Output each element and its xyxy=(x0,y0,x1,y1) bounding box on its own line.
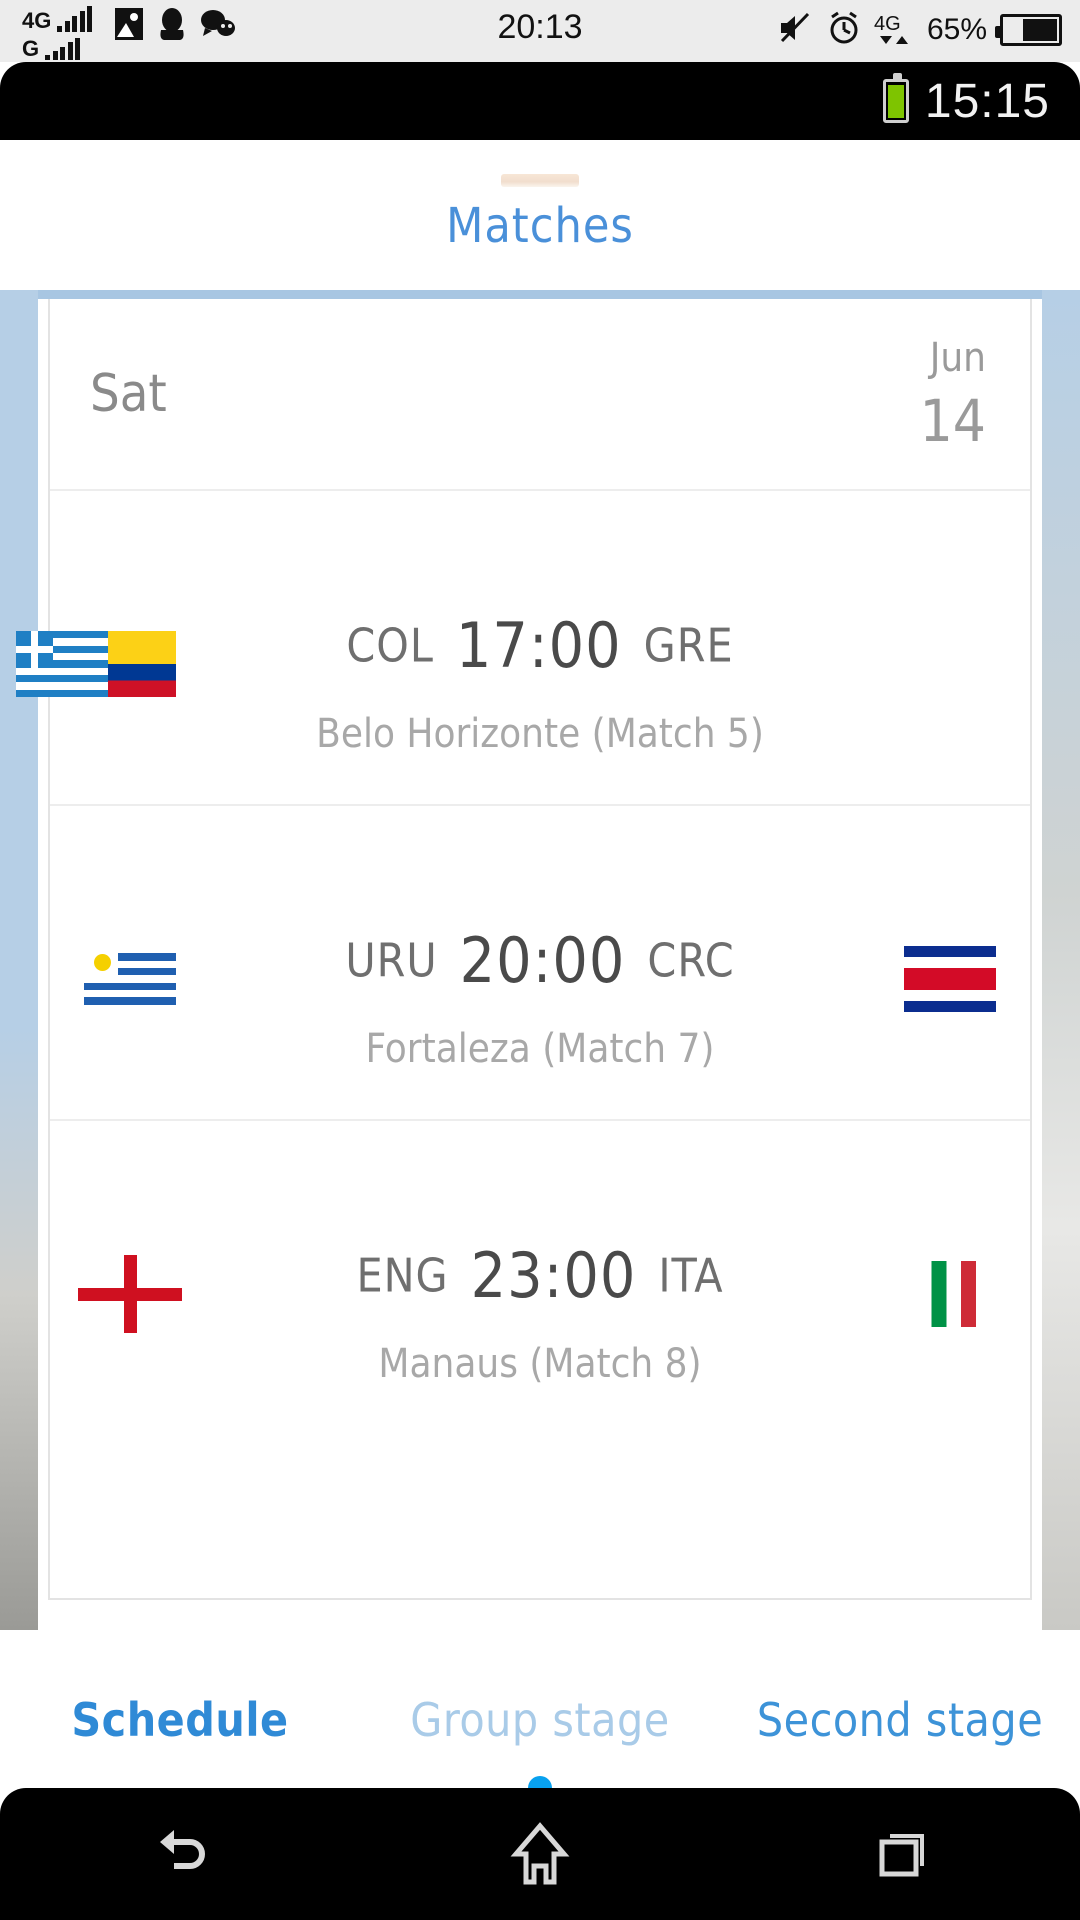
away-team-code: ITA xyxy=(658,1248,724,1303)
captured-screenshot: 15:15 Matches Sat Jun 14 COL 17:00 GRE B… xyxy=(0,62,1080,1920)
right-scroll-edge[interactable] xyxy=(1042,290,1080,1630)
match-line: COL 17:00 GRE xyxy=(50,609,1030,682)
home-team-code: ENG xyxy=(356,1248,449,1303)
left-scroll-edge xyxy=(0,290,38,1630)
device-status-bar: 15:15 xyxy=(0,62,1080,140)
match-venue: Manaus (Match 8) xyxy=(378,1341,702,1387)
content-top-rule xyxy=(0,290,1080,299)
battery-percent-label: 65% xyxy=(926,13,987,46)
mute-icon xyxy=(778,11,814,49)
match-time: 20:00 xyxy=(459,924,626,997)
match-venue: Fortaleza (Match 7) xyxy=(365,1026,715,1072)
date-day-of-week: Sat xyxy=(90,364,167,424)
date-month-day: Jun 14 xyxy=(920,338,986,450)
header-logo-icon xyxy=(501,174,579,187)
date-day-number: 14 xyxy=(919,387,986,455)
host-status-right: 4G 65% xyxy=(778,10,1062,50)
away-team-code: CRC xyxy=(647,933,735,988)
greece-flag xyxy=(16,631,108,697)
home-team-code: URU xyxy=(345,933,438,988)
away-team-code: GRE xyxy=(643,618,734,673)
svg-text:4G: 4G xyxy=(874,13,901,35)
battery-full-icon xyxy=(882,73,909,123)
table-row[interactable]: COL 17:00 GRE Belo Horizonte (Match 5) xyxy=(16,491,1030,806)
home-team-code: COL xyxy=(346,618,434,673)
date-month: Jun xyxy=(929,335,986,381)
match-line: URU 20:00 CRC xyxy=(50,924,1030,997)
android-nav-bar xyxy=(0,1788,1080,1920)
page-title: Matches xyxy=(446,198,634,254)
match-day-card: Sat Jun 14 COL 17:00 GRE Belo Horizonte … xyxy=(16,299,1032,1600)
match-venue: Belo Horizonte (Match 5) xyxy=(316,711,764,757)
schedule-content: Sat Jun 14 COL 17:00 GRE Belo Horizonte … xyxy=(0,290,1080,1630)
tab-second-stage[interactable]: Second stage xyxy=(720,1693,1080,1747)
match-time: 17:00 xyxy=(455,609,622,682)
italy-flag xyxy=(904,1261,996,1327)
table-row[interactable]: URU 20:00 CRC Fortaleza (Match 7) xyxy=(50,806,1030,1121)
match-line: ENG 23:00 ITA xyxy=(50,1239,1030,1312)
table-row[interactable]: ENG 23:00 ITA Manaus (Match 8) xyxy=(50,1121,1030,1436)
alarm-icon xyxy=(827,11,861,49)
tab-group-stage[interactable]: Group stage xyxy=(360,1693,720,1747)
home-icon[interactable] xyxy=(504,1820,576,1888)
4g-data-icon: 4G xyxy=(874,10,914,50)
battery-icon xyxy=(995,14,1062,46)
back-icon[interactable] xyxy=(144,1822,216,1886)
date-header-row: Sat Jun 14 xyxy=(50,299,1030,491)
device-clock: 15:15 xyxy=(924,74,1050,128)
match-time: 23:00 xyxy=(470,1239,637,1312)
bottom-tab-bar: Schedule Group stage Second stage xyxy=(0,1630,1080,1810)
host-status-bar: 4G G 20:13 4G 65% xyxy=(0,0,1080,62)
costa-rica-flag xyxy=(904,946,996,1012)
app-header: Matches xyxy=(0,140,1080,290)
recents-icon[interactable] xyxy=(864,1822,936,1886)
tab-schedule[interactable]: Schedule xyxy=(0,1693,360,1747)
